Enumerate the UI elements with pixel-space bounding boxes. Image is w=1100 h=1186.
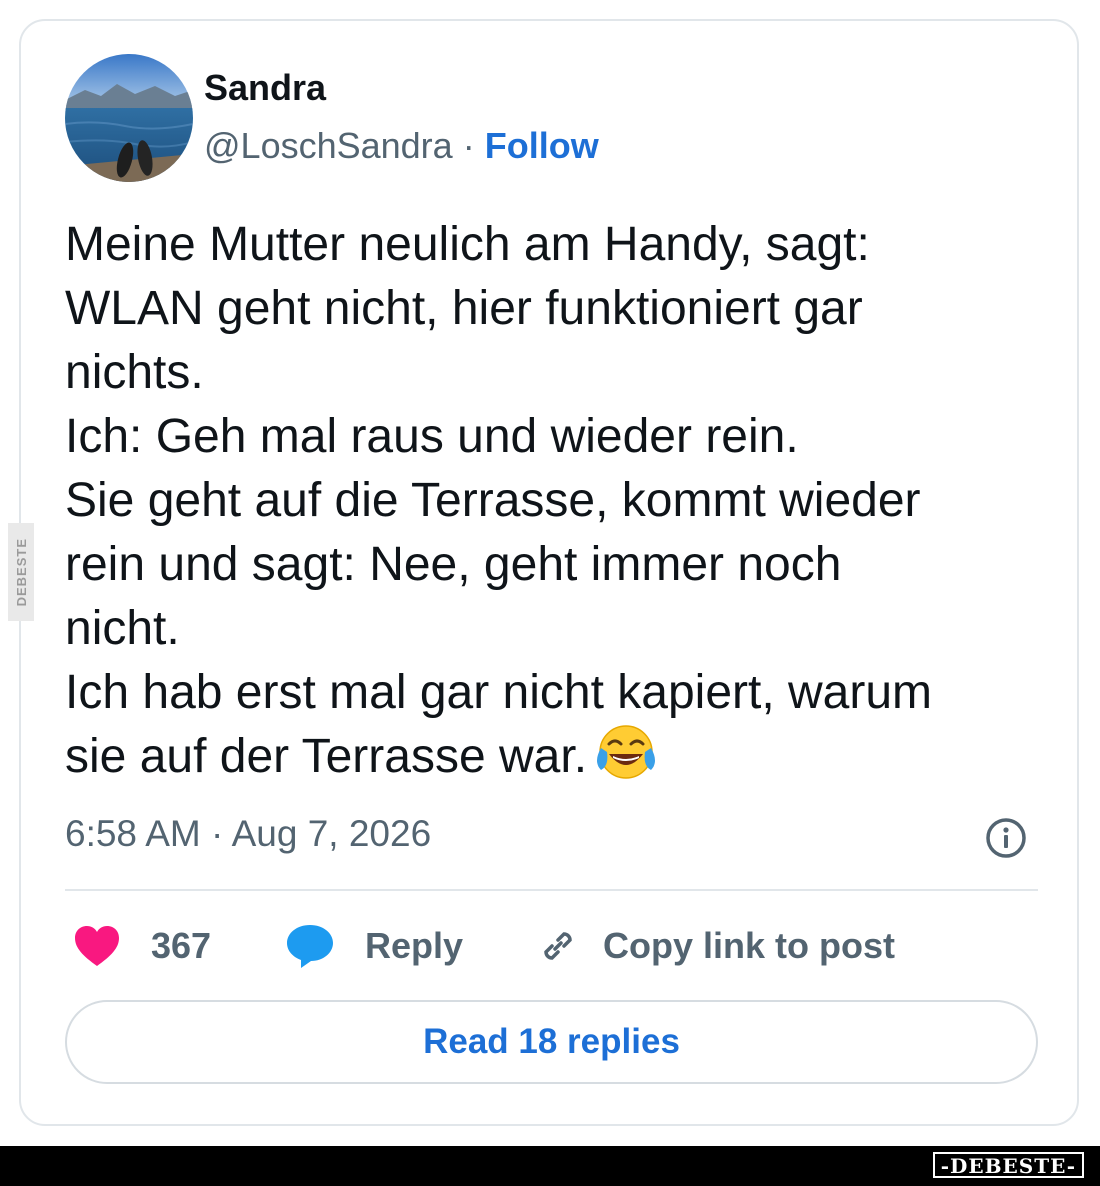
info-icon[interactable] [984,816,1028,860]
tweet-text-line: Ich hab erst mal gar nicht kapiert, waru… [65,666,933,719]
tweet-text-line: nichts. [65,346,204,399]
tweet-text-line: Meine Mutter neulich am Handy, sagt: [65,218,870,271]
separator-dot: · [462,125,475,166]
tweet-text-line: rein und sagt: Nee, geht immer noch [65,538,842,591]
tweet-text-line: Ich: Geh mal raus und wieder rein. [65,410,799,463]
tweet-text-last-line: sie auf der Terrasse war. [65,725,1050,790]
author-handle[interactable]: @LoschSandra [204,125,453,166]
heart-icon [75,926,119,966]
tears-of-joy-emoji-icon [595,722,657,784]
avatar-lake-photo [65,54,193,182]
tweet-text-line: sie auf der Terrasse war. [65,730,588,783]
copy-link-label: Copy link to post [603,925,895,966]
reply-label: Reply [365,925,464,966]
speech-bubble-icon [287,925,333,968]
read-replies-button[interactable]: Read 18 replies [65,1000,1038,1084]
copy-link-button[interactable]: Copy link to post [535,921,895,971]
tweet-text-line: nicht. [65,602,180,655]
debeste-logo: -DEBESTE- [932,1152,1084,1178]
handle-row: @LoschSandra · Follow [204,125,599,167]
like-button[interactable]: 367 [73,921,211,971]
tweet-timestamp[interactable]: 6:58 AM · Aug 7, 2026 [65,813,431,855]
tweet-card: Sandra @LoschSandra · Follow Meine Mutte… [19,19,1079,1126]
follow-button[interactable]: Follow [485,125,599,166]
like-count: 367 [151,925,212,966]
tweet-text-line: Sie geht auf die Terrasse, kommt wieder [65,474,921,527]
side-watermark: DEBESTE [8,523,34,621]
author-name[interactable]: Sandra [204,67,326,109]
footer-bar: -DEBESTE- [0,1146,1100,1186]
link-icon [544,932,572,960]
side-watermark-text: DEBESTE [13,537,29,607]
reply-button[interactable]: Reply [285,921,463,971]
tweet-text: Meine Mutter neulich am Handy, sagt: WLA… [65,213,1050,790]
tweet-text-line: WLAN geht nicht, hier funktioniert gar [65,282,863,335]
avatar[interactable] [65,54,193,182]
divider [65,889,1038,891]
